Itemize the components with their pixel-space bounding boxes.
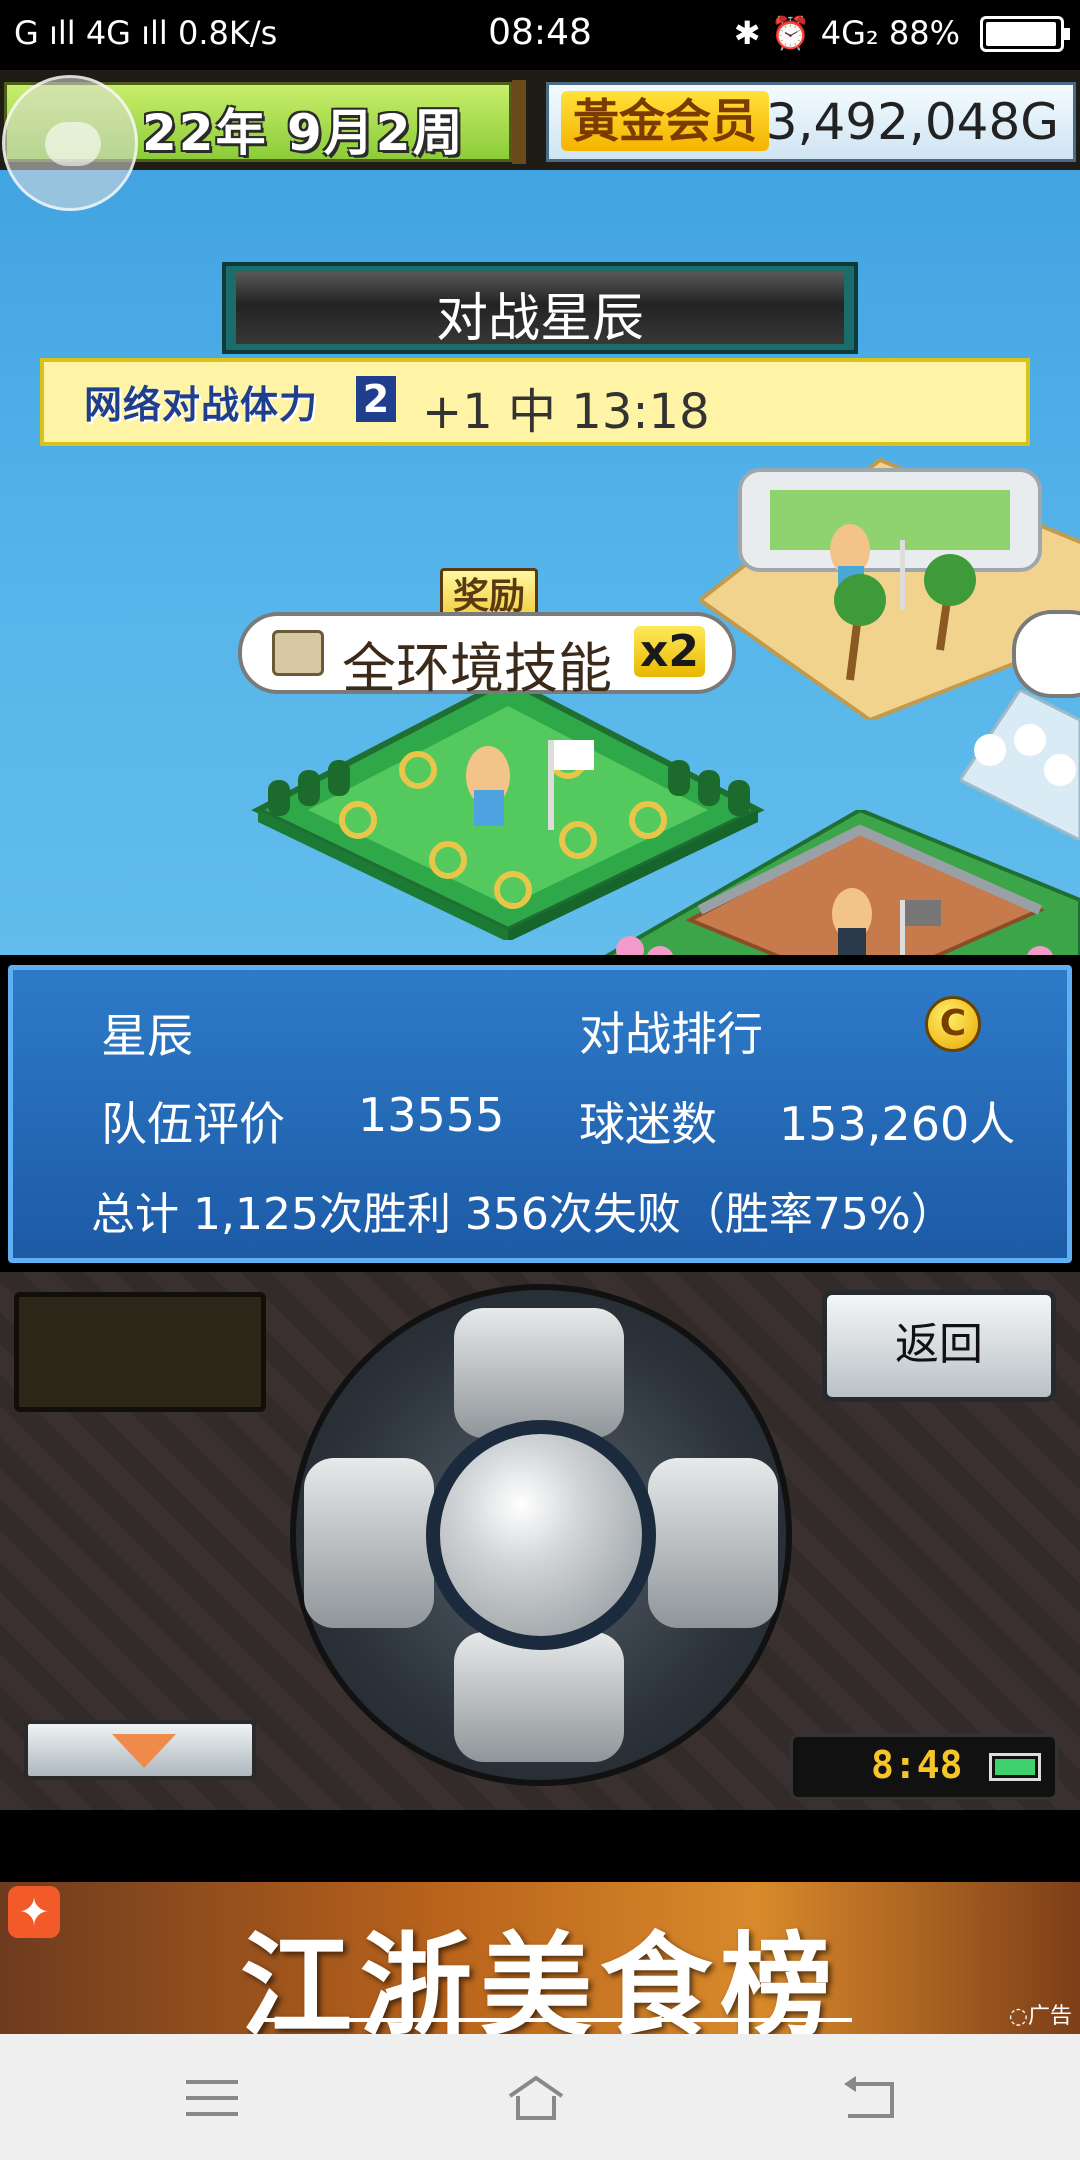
battle-power-status: +1 中 13:18 bbox=[422, 384, 710, 440]
status-bar: G ıll 4G ıll 0.8K/s 08:48 ✱ ⏰ 4G₂ 88% bbox=[0, 0, 1080, 70]
divider bbox=[512, 80, 526, 164]
match-title: 对战星辰 bbox=[435, 289, 644, 349]
money-box: 黃金会员 3,492,048G bbox=[546, 82, 1076, 162]
game-clock: 8:48 bbox=[790, 1734, 1058, 1800]
dpad-left[interactable] bbox=[304, 1458, 434, 1628]
mini-screen bbox=[14, 1292, 266, 1412]
skill-bubble[interactable]: 全环境技能 x2 bbox=[238, 612, 736, 700]
scroll-down-button[interactable] bbox=[24, 1720, 256, 1780]
dirt-field-island[interactable] bbox=[600, 807, 1080, 955]
battle-power-bar: 网络对战体力 2 +1 中 13:18 bbox=[40, 358, 1030, 446]
battle-power-label: 网络对战体力 bbox=[84, 383, 319, 427]
team-name: 星辰 bbox=[101, 1009, 193, 1063]
member-badge: 黃金会员 bbox=[561, 91, 769, 151]
partial-bubble[interactable] bbox=[1012, 610, 1080, 698]
win-loss-record: 总计 1,125次胜利 356次失败（胜率75%） bbox=[91, 1189, 955, 1240]
battery-icon bbox=[980, 16, 1070, 52]
dpad-down[interactable] bbox=[454, 1632, 624, 1762]
dpad-up[interactable] bbox=[454, 1308, 624, 1438]
ad-tag[interactable]: ◌广告 bbox=[1009, 1998, 1072, 2030]
back-button[interactable]: 返回 bbox=[822, 1290, 1056, 1402]
ad-headline[interactable]: 江浙美食榜 bbox=[0, 1896, 1080, 2034]
money-value: 3,492,048G bbox=[765, 93, 1059, 151]
dpad-center-button[interactable] bbox=[426, 1420, 656, 1650]
game-scene[interactable]: 22年 9月2周 黃金会员 3,492,048G 对战星辰 网络对战体力 2 +… bbox=[0, 70, 1080, 955]
team-rating-label: 队伍评价 bbox=[101, 1097, 285, 1151]
team-info-panel: 星辰 对战排行 C 队伍评价 13555 球迷数 153,260人 总计 1,1… bbox=[8, 965, 1072, 1263]
game-battery-icon bbox=[989, 1753, 1041, 1781]
dpad-right[interactable] bbox=[648, 1458, 778, 1628]
virtual-controller: 返回 8:48 bbox=[0, 1272, 1080, 1810]
top-bar: 22年 9月2周 黃金会员 3,492,048G bbox=[0, 70, 1080, 170]
game-date: 22年 9月2周 bbox=[142, 104, 465, 162]
skill-multiplier: x2 bbox=[634, 626, 705, 677]
match-title-box: 对战星辰 bbox=[222, 262, 858, 354]
skill-bubble-label: 全环境技能 bbox=[342, 637, 612, 700]
floating-menu-button[interactable] bbox=[2, 75, 138, 211]
home-icon[interactable] bbox=[506, 2074, 566, 2122]
fans-value: 153,260人 bbox=[779, 1097, 1016, 1151]
status-icons: ✱ ⏰ 4G₂ 88% bbox=[733, 14, 960, 52]
gamepad-icon bbox=[45, 122, 101, 166]
down-arrow-icon bbox=[112, 1734, 176, 1768]
facility-icon bbox=[272, 630, 324, 676]
dpad[interactable] bbox=[290, 1284, 792, 1786]
game-clock-time: 8:48 bbox=[871, 1743, 963, 1787]
fans-label: 球迷数 bbox=[579, 1097, 717, 1151]
menu-icon[interactable] bbox=[182, 2074, 242, 2122]
ranking-label: 对战排行 bbox=[579, 1007, 763, 1061]
team-rating-value: 13555 bbox=[358, 1088, 505, 1142]
battle-power-value: 2 bbox=[356, 376, 396, 422]
system-nav-bar bbox=[0, 2034, 1080, 2160]
ranking-grade-icon: C bbox=[925, 996, 981, 1052]
ad-underline bbox=[262, 2018, 852, 2022]
back-icon[interactable] bbox=[840, 2074, 900, 2122]
ad-banner[interactable]: ✦ 江浙美食榜 ◌广告 bbox=[0, 1882, 1080, 2034]
